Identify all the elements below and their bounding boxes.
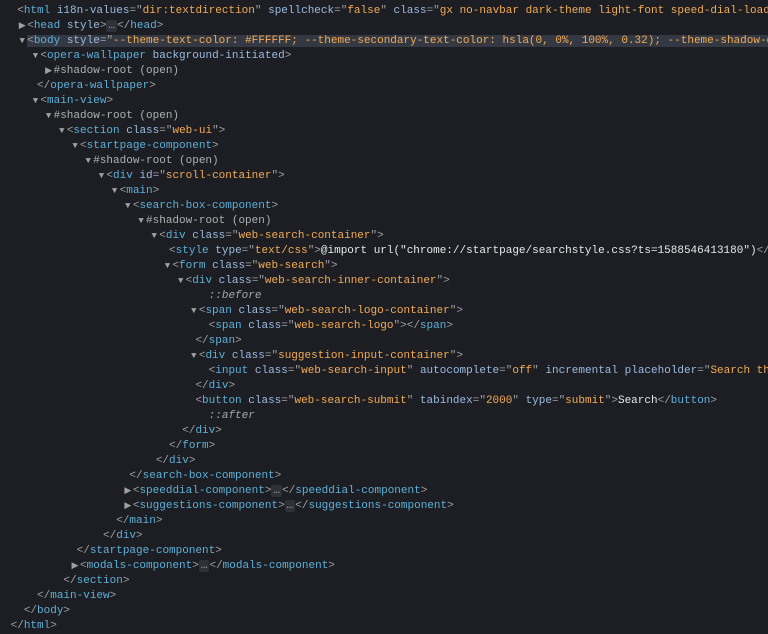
collapse-icon[interactable]: ▼ (30, 49, 40, 64)
dom-node-section[interactable]: ▼<section class="web-ui"> (0, 124, 768, 139)
collapse-icon[interactable]: ▼ (17, 34, 27, 49)
dom-node-opera-wallpaper[interactable]: ▼<opera-wallpaper background-initiated> (0, 49, 768, 64)
collapse-icon[interactable]: ▼ (44, 109, 54, 124)
close-tag: </form> (0, 439, 768, 454)
dom-node-form[interactable]: ▼<form class="web-search"> (0, 259, 768, 274)
expand-icon[interactable]: ▶ (123, 484, 133, 499)
shadow-root[interactable]: ▼#shadow-root (open) (0, 109, 768, 124)
close-tag: </opera-wallpaper> (0, 79, 768, 94)
close-tag: </span> (0, 334, 768, 349)
close-tag: </main-view> (0, 589, 768, 604)
close-tag: </startpage-component> (0, 544, 768, 559)
collapse-icon[interactable]: ▼ (189, 304, 199, 319)
dom-node-suggestions-component[interactable]: ▶<suggestions-component>…</suggestions-c… (0, 499, 768, 514)
ellipsis-icon[interactable]: … (285, 500, 296, 512)
shadow-root[interactable]: ▶#shadow-root (open) (0, 64, 768, 79)
collapse-icon[interactable]: ▼ (162, 259, 172, 274)
dom-node-modals-component[interactable]: ▶<modals-component>…</modals-component> (0, 559, 768, 574)
collapse-icon[interactable]: ▼ (96, 169, 106, 184)
dom-node-main-view[interactable]: ▼<main-view> (0, 94, 768, 109)
dom-node-head[interactable]: ▶<head style>…</head> (0, 19, 768, 34)
dom-node-speeddial-component[interactable]: ▶<speeddial-component>…</speeddial-compo… (0, 484, 768, 499)
close-tag: </main> (0, 514, 768, 529)
dom-node-inner-container[interactable]: ▼<div class="web-search-inner-container"… (0, 274, 768, 289)
close-tag: </body> (0, 604, 768, 619)
dom-node-style[interactable]: <style type="text/css">@import url("chro… (0, 244, 768, 259)
expand-icon[interactable]: ▶ (123, 499, 133, 514)
dom-node-logo-container[interactable]: ▼<span class="web-search-logo-container"… (0, 304, 768, 319)
dom-node-logo[interactable]: <span class="web-search-logo"></span> (0, 319, 768, 334)
dom-node-input[interactable]: <input class="web-search-input" autocomp… (0, 364, 768, 379)
dom-node-main[interactable]: ▼<main> (0, 184, 768, 199)
close-tag: </div> (0, 379, 768, 394)
collapse-icon[interactable]: ▼ (136, 214, 146, 229)
shadow-root[interactable]: ▼#shadow-root (open) (0, 214, 768, 229)
close-tag: </div> (0, 529, 768, 544)
dom-node-suggestion-input-container[interactable]: ▼<div class="suggestion-input-container"… (0, 349, 768, 364)
shadow-root[interactable]: ▼#shadow-root (open) (0, 154, 768, 169)
dom-node-scroll-container[interactable]: ▼<div id="scroll-container"> (0, 169, 768, 184)
expand-icon[interactable]: ▶ (44, 64, 54, 79)
close-tag: </search-box-component> (0, 469, 768, 484)
collapse-icon[interactable]: ▼ (83, 154, 93, 169)
dom-node-button[interactable]: <button class="web-search-submit" tabind… (0, 394, 768, 409)
collapse-icon[interactable]: ▼ (70, 139, 80, 154)
dom-node-web-search-container[interactable]: ▼<div class="web-search-container"> (0, 229, 768, 244)
close-tag: </div> (0, 424, 768, 439)
dom-node-body[interactable]: ▼<body style="--theme-text-color: #FFFFF… (0, 34, 768, 49)
collapse-icon[interactable]: ▼ (149, 229, 159, 244)
dom-node-startpage-component[interactable]: ▼<startpage-component> (0, 139, 768, 154)
collapse-icon[interactable]: ▼ (123, 199, 133, 214)
close-tag: </div> (0, 454, 768, 469)
pseudo-before: ::before (0, 289, 768, 304)
ellipsis-icon[interactable]: … (199, 560, 210, 572)
expand-icon[interactable]: ▶ (17, 19, 27, 34)
pseudo-after: ::after (0, 409, 768, 424)
close-tag: </section> (0, 574, 768, 589)
collapse-icon[interactable]: ▼ (110, 184, 120, 199)
ellipsis-icon[interactable]: … (106, 20, 117, 32)
dom-node-html[interactable]: <html i18n-values="dir:textdirection" sp… (0, 4, 768, 19)
collapse-icon[interactable]: ▼ (57, 124, 67, 139)
collapse-icon[interactable]: ▼ (189, 349, 199, 364)
collapse-icon[interactable]: ▼ (30, 94, 40, 109)
ellipsis-icon[interactable]: … (271, 485, 282, 497)
expand-icon[interactable]: ▶ (70, 559, 80, 574)
collapse-icon[interactable]: ▼ (176, 274, 186, 289)
dom-node-search-box-component[interactable]: ▼<search-box-component> (0, 199, 768, 214)
close-tag: </html> (0, 619, 768, 634)
